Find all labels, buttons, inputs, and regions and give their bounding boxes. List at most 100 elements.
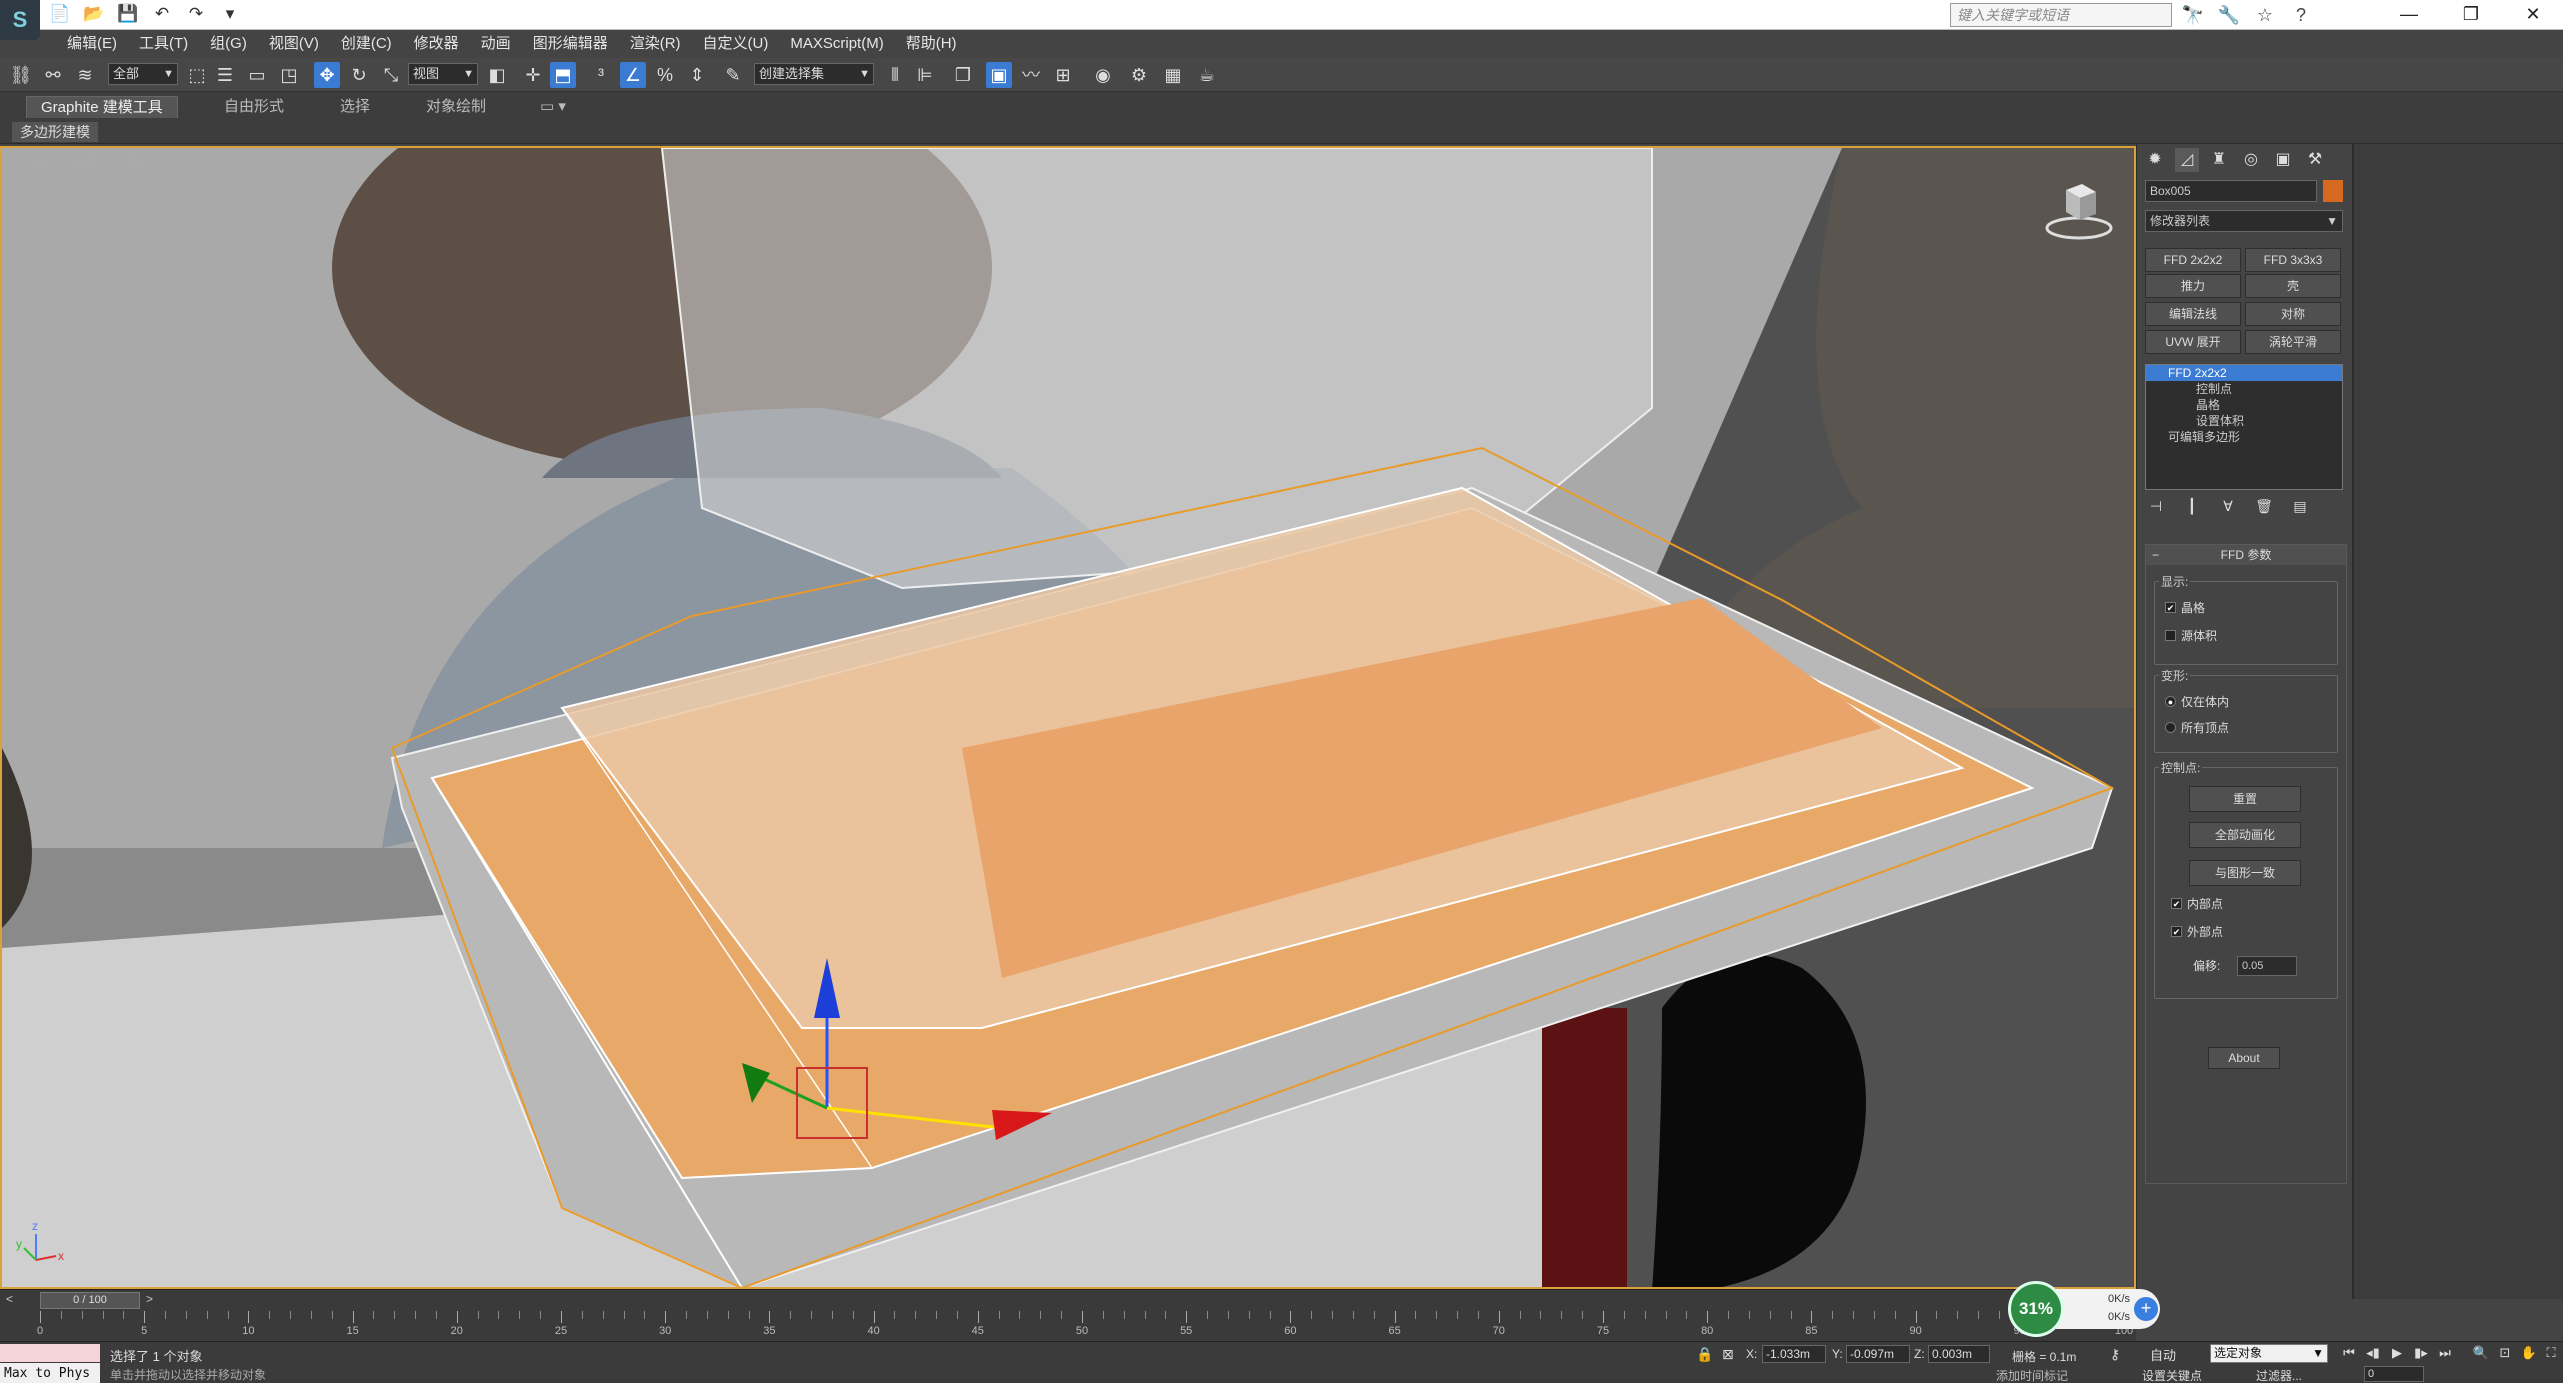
stack-item-editable-poly[interactable]: 可编辑多边形 xyxy=(2146,429,2342,445)
undo-icon[interactable]: ↶ xyxy=(148,2,176,26)
rect-selection-icon[interactable]: ▭ xyxy=(244,62,270,88)
ribbon-options-icon[interactable]: ▭ ▾ xyxy=(540,96,566,118)
inside-points-checkbox[interactable]: ✔ 内部点 xyxy=(2171,896,2223,912)
zoom-extents-icon[interactable]: ⊡ xyxy=(2494,1345,2516,1363)
minimize-button[interactable]: — xyxy=(2378,0,2440,30)
menu-animation[interactable]: 动画 xyxy=(470,30,522,58)
utilities-tab-icon[interactable]: ⚒ xyxy=(2303,148,2327,172)
schematic-view-icon[interactable]: ⊞ xyxy=(1050,62,1076,88)
zoom-icon[interactable]: 🔍 xyxy=(2470,1345,2492,1363)
uvw-unwrap-button[interactable]: UVW 展开 xyxy=(2145,330,2241,354)
layer-manager-icon[interactable]: ❐ xyxy=(950,62,976,88)
selection-filter-select[interactable]: 全部 ▼ xyxy=(108,63,178,85)
tools-icon[interactable]: 🔧 xyxy=(2216,2,2242,28)
shell-button[interactable]: 壳 xyxy=(2245,274,2341,298)
goto-start-icon[interactable]: ⏮ xyxy=(2338,1345,2360,1363)
pin-stack-icon[interactable]: ⊣ xyxy=(2145,498,2167,518)
tab-graphite-modeling[interactable]: Graphite 建模工具 xyxy=(26,96,178,118)
source-volume-checkbox[interactable]: 源体积 xyxy=(2165,628,2217,644)
object-color-swatch[interactable] xyxy=(2323,180,2343,202)
help-icon[interactable]: ? xyxy=(2288,2,2314,28)
stack-item-control-points[interactable]: 控制点 xyxy=(2146,381,2342,397)
stack-item-lattice[interactable]: 晶格 xyxy=(2146,397,2342,413)
app-logo-icon[interactable]: S xyxy=(0,0,40,40)
make-unique-icon[interactable]: ∀ xyxy=(2217,498,2239,518)
goto-end-icon[interactable]: ⏭ xyxy=(2434,1345,2456,1363)
search-input[interactable]: 键入关键字或短语 xyxy=(1950,3,2172,27)
turbosmooth-button[interactable]: 涡轮平滑 xyxy=(2245,330,2341,354)
reset-button[interactable]: 重置 xyxy=(2189,786,2301,812)
stack-item-ffd[interactable]: FFD 2x2x2 xyxy=(2146,365,2342,381)
viewport-label[interactable]: [+] [透视] [真实 + 边面] xyxy=(14,152,143,171)
menu-edit[interactable]: 编辑(E) xyxy=(56,30,128,58)
redo-icon[interactable]: ↷ xyxy=(182,2,210,26)
ffd-parameters-header[interactable]: − FFD 参数 xyxy=(2146,545,2346,565)
modifier-list-select[interactable]: 修改器列表 ▼ xyxy=(2145,210,2343,232)
unlink-icon[interactable]: ⚯ xyxy=(40,62,66,88)
graphite-toggle-icon[interactable]: ▣ xyxy=(986,62,1012,88)
menu-modifiers[interactable]: 修改器 xyxy=(403,30,470,58)
all-vertices-radio[interactable]: 所有顶点 xyxy=(2165,720,2229,736)
add-time-tag-button[interactable]: 添加时间标记 xyxy=(1996,1367,2068,1383)
motion-tab-icon[interactable]: ◎ xyxy=(2239,148,2263,172)
spinner-snap-icon[interactable]: ⇕ xyxy=(684,62,710,88)
lock-icon[interactable]: 🔒 xyxy=(1696,1346,1713,1363)
conform-to-shape-button[interactable]: 与图形一致 xyxy=(2189,860,2301,886)
next-frame-icon[interactable]: > xyxy=(146,1292,153,1306)
prev-key-icon[interactable]: ◂▮ xyxy=(2362,1345,2384,1363)
mirror-icon[interactable]: ⫴ xyxy=(882,62,908,88)
new-file-icon[interactable]: 📄 xyxy=(46,2,74,26)
open-file-icon[interactable]: 📂 xyxy=(80,2,108,26)
display-tab-icon[interactable]: ▣ xyxy=(2271,148,2295,172)
absolute-mode-icon[interactable]: ⊠ xyxy=(1722,1346,1734,1363)
ffd-3x3x3-button[interactable]: FFD 3x3x3 xyxy=(2245,248,2341,272)
select-move-icon[interactable]: ✥ xyxy=(314,62,340,88)
polygon-modeling-label[interactable]: 多边形建模 xyxy=(12,122,98,142)
tab-selection[interactable]: 选择 xyxy=(340,96,370,118)
modify-tab-icon[interactable]: ◿ xyxy=(2175,148,2199,172)
curve-editor-icon[interactable]: 〰 xyxy=(1018,62,1044,88)
lattice-checkbox[interactable]: ✔ 晶格 xyxy=(2165,600,2205,616)
remove-modifier-icon[interactable]: 🗑 xyxy=(2253,498,2275,518)
maximize-button[interactable]: ❐ xyxy=(2440,0,2502,30)
track-bar[interactable]: 0510152025303540455055606570758085909510… xyxy=(0,1311,2136,1341)
render-setup-icon[interactable]: ⚙ xyxy=(1126,62,1152,88)
push-button[interactable]: 推力 xyxy=(2145,274,2241,298)
select-object-icon[interactable]: ⬚ xyxy=(184,62,210,88)
ffd-2x2x2-button[interactable]: FFD 2x2x2 xyxy=(2145,248,2241,272)
edit-named-selection-icon[interactable]: ✎ xyxy=(720,62,746,88)
key-filter-select[interactable]: 选定对象 ▼ xyxy=(2210,1344,2328,1363)
animate-all-button[interactable]: 全部动画化 xyxy=(2189,822,2301,848)
menu-help[interactable]: 帮助(H) xyxy=(895,30,968,58)
render-teapot-icon[interactable]: ☕ xyxy=(1194,62,1220,88)
maximize-viewport-icon[interactable]: ⛶ xyxy=(2540,1345,2562,1363)
reference-coordinate-select[interactable]: 视图 ▼ xyxy=(408,63,478,85)
prev-frame-icon[interactable]: < xyxy=(6,1292,13,1306)
align-icon[interactable]: ⊫ xyxy=(912,62,938,88)
menu-tools[interactable]: 工具(T) xyxy=(128,30,199,58)
time-slider[interactable]: 0 / 100 xyxy=(40,1292,140,1309)
select-scale-icon[interactable]: ⤡ xyxy=(378,62,404,88)
menu-graph-editors[interactable]: 图形编辑器 xyxy=(522,30,619,58)
menu-rendering[interactable]: 渲染(R) xyxy=(619,30,692,58)
outside-points-checkbox[interactable]: ✔ 外部点 xyxy=(2171,924,2223,940)
select-manipulate-icon[interactable]: ✛ xyxy=(520,62,546,88)
show-end-result-icon[interactable]: ┃ xyxy=(2181,498,2203,518)
material-editor-icon[interactable]: ◉ xyxy=(1090,62,1116,88)
auto-key-button[interactable]: 自动 xyxy=(2150,1345,2176,1364)
x-coordinate-input[interactable]: -1.033m xyxy=(1762,1345,1826,1363)
boost-plus-button[interactable]: + xyxy=(2134,1297,2158,1321)
inside-volume-radio[interactable]: ● 仅在体内 xyxy=(2165,694,2229,710)
set-key-button[interactable]: 设置关键点 xyxy=(2142,1367,2202,1383)
about-button[interactable]: About xyxy=(2208,1047,2280,1069)
key-icon[interactable]: ⚷ xyxy=(2110,1346,2120,1363)
edit-normals-button[interactable]: 编辑法线 xyxy=(2145,302,2241,326)
angle-snap-icon[interactable]: ∠ xyxy=(620,62,646,88)
star-icon[interactable]: ☆ xyxy=(2252,2,2278,28)
snaps-toggle-icon[interactable]: ³ xyxy=(588,62,614,88)
create-tab-icon[interactable]: ✹ xyxy=(2143,148,2167,172)
quick-access-dropdown-icon[interactable]: ▾ xyxy=(216,2,244,26)
key-filters-button[interactable]: 过滤器... xyxy=(2256,1367,2302,1383)
pivot-center-icon[interactable]: ◧ xyxy=(484,62,510,88)
hierarchy-tab-icon[interactable]: ♜ xyxy=(2207,148,2231,172)
